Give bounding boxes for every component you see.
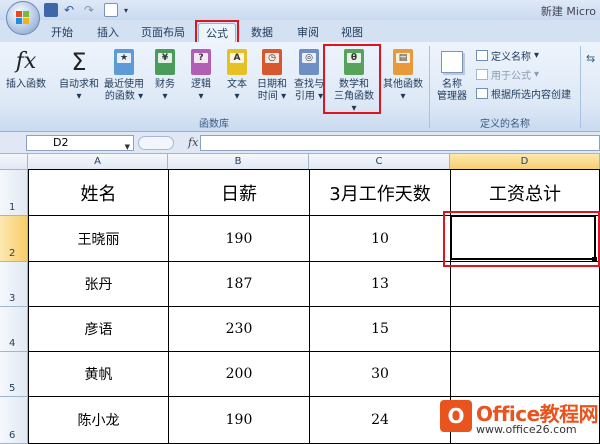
office-watermark-logo-icon: O: [440, 400, 472, 432]
highlight-cell-d2: [443, 211, 600, 267]
financial-book-icon: ¥: [153, 48, 177, 76]
text-button[interactable]: A 文本 ▾: [222, 48, 252, 103]
datetime-button[interactable]: ◷ 日期和 时间 ▾: [254, 48, 290, 103]
tab-page-layout[interactable]: 页面布局: [138, 23, 188, 42]
redo-icon[interactable]: ↷: [84, 3, 98, 17]
column-header-d[interactable]: D: [450, 154, 600, 170]
window-title: 新建 Micro: [540, 5, 596, 18]
quick-access-toolbar: ↶ ↷ ▾: [44, 2, 128, 18]
more-books-icon: ▤: [391, 48, 415, 76]
fx-icon: fx: [15, 49, 37, 74]
recent-book-icon: ★: [112, 48, 136, 76]
save-icon[interactable]: [44, 3, 58, 17]
recently-used-button[interactable]: ★ 最近使用 的函数 ▾: [102, 48, 146, 103]
ribbon: fx 插入函数 Σ 自动求和 ▾ ★ 最近使用 的函数 ▾ ¥ 财务 ▾ ? 逻…: [0, 42, 600, 132]
financial-button[interactable]: ¥ 财务 ▾: [150, 48, 180, 103]
tab-insert[interactable]: 插入: [90, 23, 126, 42]
column-header-b[interactable]: B: [168, 154, 309, 170]
office-button[interactable]: [6, 1, 40, 35]
defined-names-label: 定义的名称: [480, 119, 530, 130]
logical-book-icon: ?: [189, 48, 213, 76]
cell-b6[interactable]: 190: [169, 397, 310, 444]
cell-d1[interactable]: 工资总计: [451, 170, 600, 216]
column-headers: A B C D: [0, 154, 600, 170]
highlight-formulas-tab: [195, 20, 239, 44]
formula-controls: fx: [138, 135, 198, 151]
cell-b2[interactable]: 190: [169, 216, 310, 262]
cell-c3[interactable]: 13: [310, 262, 451, 307]
define-name-icon: [476, 50, 488, 61]
use-in-formula-button[interactable]: 用于公式 ▾: [476, 67, 539, 82]
cell-b3[interactable]: 187: [169, 262, 310, 307]
cell-b4[interactable]: 230: [169, 307, 310, 352]
select-all-corner[interactable]: [0, 154, 28, 170]
cell-d5[interactable]: [451, 352, 600, 397]
function-library-label: 函数库: [199, 119, 229, 130]
group-divider: [580, 46, 581, 128]
use-in-formula-icon: [476, 69, 488, 80]
cell-c5[interactable]: 30: [310, 352, 451, 397]
tab-home[interactable]: 开始: [44, 23, 80, 42]
tab-data[interactable]: 数据: [244, 23, 280, 42]
create-from-selection-button[interactable]: 根据所选内容创建: [476, 86, 571, 101]
cell-c4[interactable]: 15: [310, 307, 451, 352]
title-bar: ↶ ↷ ▾ 新建 Micro: [0, 0, 600, 20]
insert-function-button[interactable]: fx 插入函数: [4, 48, 48, 91]
watermark: O Office教程网 www.office26.com: [434, 396, 600, 444]
row-header-2[interactable]: 2: [0, 216, 28, 262]
row-header-3[interactable]: 3: [0, 262, 28, 307]
formula-input[interactable]: [200, 135, 600, 151]
cell-c6[interactable]: 24: [310, 397, 451, 444]
name-manager-icon: [440, 48, 464, 76]
name-box-dropdown-icon[interactable]: ▼: [125, 140, 130, 154]
formula-auditing-icon[interactable]: ⇆: [586, 52, 595, 65]
create-from-selection-icon: [476, 88, 488, 99]
cell-a6[interactable]: 陈小龙: [29, 397, 169, 444]
cell-d3[interactable]: [451, 262, 600, 307]
row-header-6[interactable]: 6: [0, 397, 28, 444]
cell-a4[interactable]: 彦语: [29, 307, 169, 352]
cell-b1[interactable]: 日薪: [169, 170, 310, 216]
office-logo-icon: [16, 11, 30, 25]
cell-a3[interactable]: 张丹: [29, 262, 169, 307]
cell-c1[interactable]: 3月工作天数: [310, 170, 451, 216]
ribbon-tabs: 开始 插入 页面布局 公式 数据 审阅 视图: [0, 20, 600, 42]
undo-icon[interactable]: ↶: [64, 3, 78, 17]
column-header-a[interactable]: A: [28, 154, 168, 170]
cell-c2[interactable]: 10: [310, 216, 451, 262]
lookup-book-icon: ◎: [297, 48, 321, 76]
cell-a1[interactable]: 姓名: [29, 170, 169, 216]
print-preview-icon[interactable]: [104, 3, 118, 17]
cell-b5[interactable]: 200: [169, 352, 310, 397]
insert-function-fx-icon[interactable]: fx: [188, 136, 198, 149]
text-book-icon: A: [225, 48, 249, 76]
logical-button[interactable]: ? 逻辑 ▾: [186, 48, 216, 103]
formula-bar: D2 ▼ fx: [0, 132, 600, 154]
row-header-1[interactable]: 1: [0, 170, 28, 216]
cell-d4[interactable]: [451, 307, 600, 352]
name-manager-button[interactable]: 名称 管理器: [432, 48, 472, 103]
tab-view[interactable]: 视图: [334, 23, 370, 42]
watermark-url: www.office26.com: [476, 423, 577, 436]
row-header-4[interactable]: 4: [0, 307, 28, 352]
qat-dropdown-icon[interactable]: ▾: [124, 6, 128, 15]
sigma-icon: Σ: [71, 48, 87, 76]
tab-review[interactable]: 审阅: [290, 23, 326, 42]
formula-cancel-enter[interactable]: [138, 136, 174, 150]
define-name-button[interactable]: 定义名称 ▾: [476, 48, 539, 63]
more-functions-button[interactable]: ▤ 其他函数 ▾: [380, 48, 426, 103]
cell-a2[interactable]: 王晓丽: [29, 216, 169, 262]
row-header-5[interactable]: 5: [0, 352, 28, 397]
autosum-button[interactable]: Σ 自动求和 ▾: [56, 48, 102, 103]
column-header-c[interactable]: C: [309, 154, 450, 170]
datetime-book-icon: ◷: [260, 48, 284, 76]
name-box[interactable]: D2 ▼: [26, 135, 134, 151]
cell-a5[interactable]: 黄帆: [29, 352, 169, 397]
